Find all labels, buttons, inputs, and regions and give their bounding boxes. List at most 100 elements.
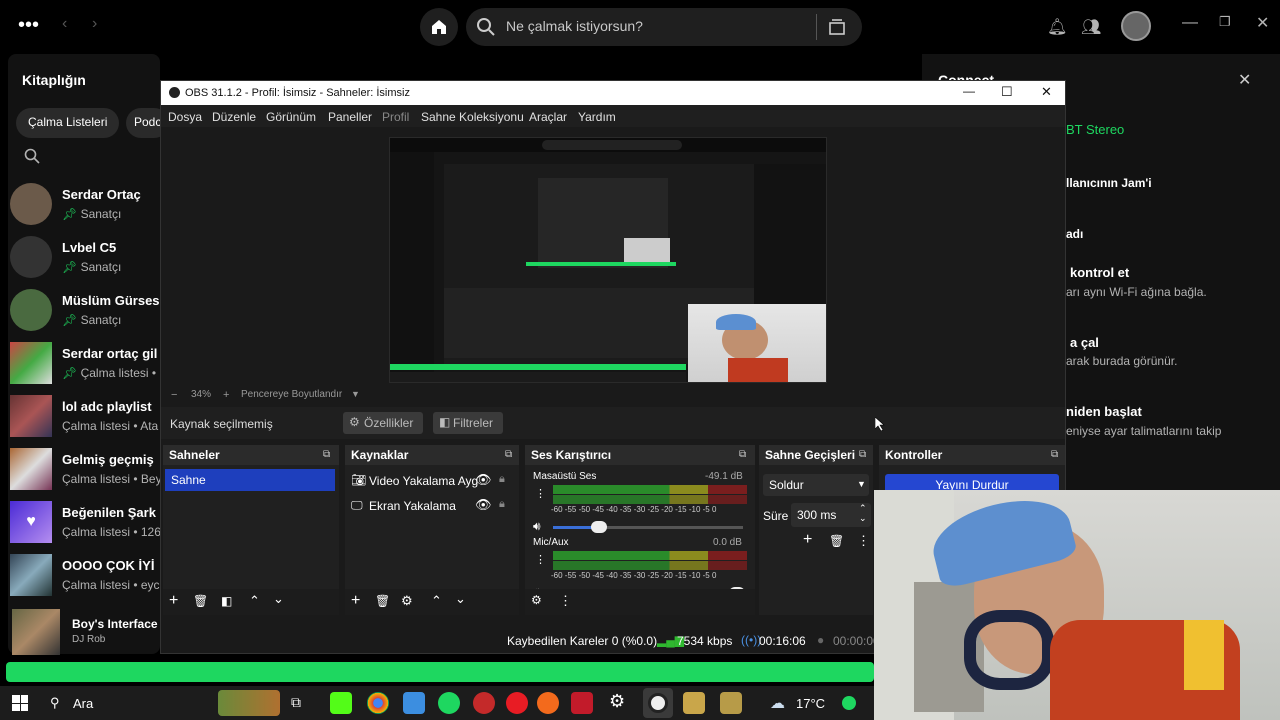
kick-icon[interactable] xyxy=(330,692,352,714)
close-icon[interactable]: ✕ xyxy=(1041,84,1052,100)
filters-button[interactable]: ◧ Filtreler xyxy=(433,412,503,434)
jam-label[interactable]: llanıcının Jam'i xyxy=(1066,176,1152,190)
menu-scene-collection[interactable]: Sahne Koleksiyonu xyxy=(421,110,524,124)
down-icon[interactable]: ⌄ xyxy=(455,591,466,607)
settings-icon[interactable]: ⚙ xyxy=(609,691,625,712)
duration-stepper[interactable]: 300 ms ⌃ ⌄ xyxy=(791,503,871,527)
chevron-down-icon[interactable]: ⌄ xyxy=(859,513,867,524)
source-item[interactable]: 📷︎ Video Yakalama Ayg 👁 🔒︎ xyxy=(345,469,519,493)
add-icon[interactable]: + xyxy=(169,592,178,610)
browse-icon[interactable] xyxy=(828,18,846,36)
opera-icon[interactable] xyxy=(506,692,528,714)
search-icon[interactable] xyxy=(24,148,40,164)
home-button[interactable] xyxy=(420,8,458,46)
preview-canvas[interactable] xyxy=(389,137,827,383)
more-icon[interactable]: ••• xyxy=(18,14,39,37)
eye-icon[interactable]: 👁 xyxy=(475,472,492,488)
menu-profile[interactable]: Profil xyxy=(382,110,409,124)
trash-icon[interactable]: 🗑︎ xyxy=(829,534,844,548)
spotify-icon[interactable] xyxy=(438,692,460,714)
forward-icon[interactable]: › xyxy=(92,15,97,33)
more-icon[interactable]: ⋮ xyxy=(857,533,870,549)
speaker-icon[interactable]: 🔊︎ xyxy=(533,519,541,534)
device-name[interactable]: BT Stereo xyxy=(1066,122,1124,137)
search-icon[interactable]: ⚲ xyxy=(50,695,60,711)
windows-start-icon[interactable] xyxy=(12,695,28,711)
chip-podcasts[interactable]: Podc xyxy=(126,108,160,138)
undock-icon[interactable]: ⧉ xyxy=(505,449,512,460)
playback-progress-bar[interactable] xyxy=(6,662,874,682)
avatar[interactable] xyxy=(1121,11,1151,41)
list-item[interactable]: Müslüm Gürses 📌︎ Sanatçı xyxy=(10,289,170,339)
search-input[interactable]: Ne çalmak istiyorsun? xyxy=(466,8,862,46)
friends-icon[interactable]: 👥︎ xyxy=(1081,17,1101,37)
add-icon[interactable]: + xyxy=(351,592,360,610)
eye-icon[interactable]: 👁 xyxy=(475,497,492,513)
more-icon[interactable]: ⋮ xyxy=(535,553,546,566)
menu-help[interactable]: Yardım xyxy=(578,110,616,124)
minimize-icon[interactable]: — xyxy=(963,84,975,98)
undock-icon[interactable]: ⧉ xyxy=(739,449,746,460)
filter-icon[interactable]: ◧ xyxy=(221,594,232,608)
menu-file[interactable]: Dosya xyxy=(168,110,202,124)
firefox-icon[interactable] xyxy=(537,692,559,714)
add-icon[interactable]: + xyxy=(803,531,812,549)
app-icon[interactable] xyxy=(571,692,593,714)
minimize-icon[interactable]: — xyxy=(1182,14,1198,32)
explorer-icon[interactable] xyxy=(403,692,425,714)
zoom-in-icon[interactable]: + xyxy=(223,389,229,401)
list-item[interactable]: Lvbel C5 📌︎ Sanatçı xyxy=(10,236,170,286)
restore-icon[interactable]: ❐ xyxy=(1219,14,1231,30)
list-item[interactable]: Serdar ortaç gil 📌︎ Çalma listesi • I xyxy=(10,342,170,392)
scene-item[interactable]: Sahne xyxy=(165,469,335,491)
undock-icon[interactable]: ⧉ xyxy=(1051,449,1058,460)
fit-to-window-dropdown[interactable]: Pencereye Boyutlandır xyxy=(241,389,342,400)
taskbar-search-label[interactable]: Ara xyxy=(73,696,93,711)
back-icon[interactable]: ‹ xyxy=(62,15,67,33)
app-icon[interactable] xyxy=(720,692,742,714)
list-item[interactable]: lol adc playlist Çalma listesi • Ata xyxy=(10,395,170,445)
now-playing-title[interactable]: Boy's Interface - xyxy=(72,617,165,631)
list-item[interactable]: ♥ Beğenilen Şark Çalma listesi • 126 xyxy=(10,501,170,551)
volume-slider-track[interactable] xyxy=(603,526,743,529)
lock-icon[interactable]: 🔒︎ xyxy=(499,498,505,511)
transition-select[interactable]: Soldur ▼ xyxy=(763,474,869,496)
list-item[interactable]: Gelmiş geçmiş Çalma listesi • Bey xyxy=(10,448,170,498)
close-icon[interactable]: ✕ xyxy=(1238,70,1251,90)
chevron-down-icon[interactable]: ▼ xyxy=(351,389,360,399)
down-icon[interactable]: ⌄ xyxy=(273,591,284,607)
chip-playlists[interactable]: Çalma Listeleri xyxy=(16,108,120,138)
undock-icon[interactable]: ⧉ xyxy=(859,449,866,460)
more-icon[interactable]: ⋮ xyxy=(535,487,546,500)
weather-icon[interactable]: ☁ xyxy=(770,694,785,712)
advanced-audio-icon[interactable]: ⚙ xyxy=(531,593,542,607)
more-icon[interactable]: ⋮ xyxy=(559,593,572,609)
volume-slider-thumb[interactable] xyxy=(591,521,607,533)
menu-tools[interactable]: Araçlar xyxy=(529,110,567,124)
now-playing-artist[interactable]: DJ Rob xyxy=(72,634,105,645)
menu-view[interactable]: Görünüm xyxy=(266,110,316,124)
properties-button[interactable]: ⚙ Özellikler xyxy=(343,412,423,434)
maximize-icon[interactable]: ☐ xyxy=(1001,84,1013,100)
app-icon[interactable] xyxy=(683,692,705,714)
spotify-tray-icon[interactable] xyxy=(842,696,856,710)
bell-icon[interactable]: 🔔︎ xyxy=(1047,17,1067,37)
list-item[interactable]: OOOO ÇOK İYİ Çalma listesi • eyc xyxy=(10,554,170,604)
undock-icon[interactable]: ⧉ xyxy=(323,449,330,460)
app-icon[interactable] xyxy=(473,692,495,714)
up-icon[interactable]: ⌃ xyxy=(249,593,260,609)
close-icon[interactable]: ✕ xyxy=(1256,13,1269,33)
list-item[interactable]: Serdar Ortaç 📌︎ Sanatçı xyxy=(10,183,170,233)
trash-icon[interactable]: 🗑︎ xyxy=(193,594,208,608)
now-playing-art[interactable] xyxy=(12,609,60,655)
up-icon[interactable]: ⌃ xyxy=(431,593,442,609)
gear-icon[interactable]: ⚙ xyxy=(401,593,413,609)
chrome-icon[interactable] xyxy=(367,692,389,714)
lock-icon[interactable]: 🔒︎ xyxy=(499,473,505,486)
zoom-out-icon[interactable]: − xyxy=(171,389,177,401)
menu-edit[interactable]: Düzenle xyxy=(212,110,256,124)
task-view-icon[interactable]: ⧉ xyxy=(291,694,301,711)
temperature[interactable]: 17°C xyxy=(796,696,825,711)
menu-docks[interactable]: Paneller xyxy=(328,110,372,124)
trash-icon[interactable]: 🗑︎ xyxy=(375,594,390,608)
